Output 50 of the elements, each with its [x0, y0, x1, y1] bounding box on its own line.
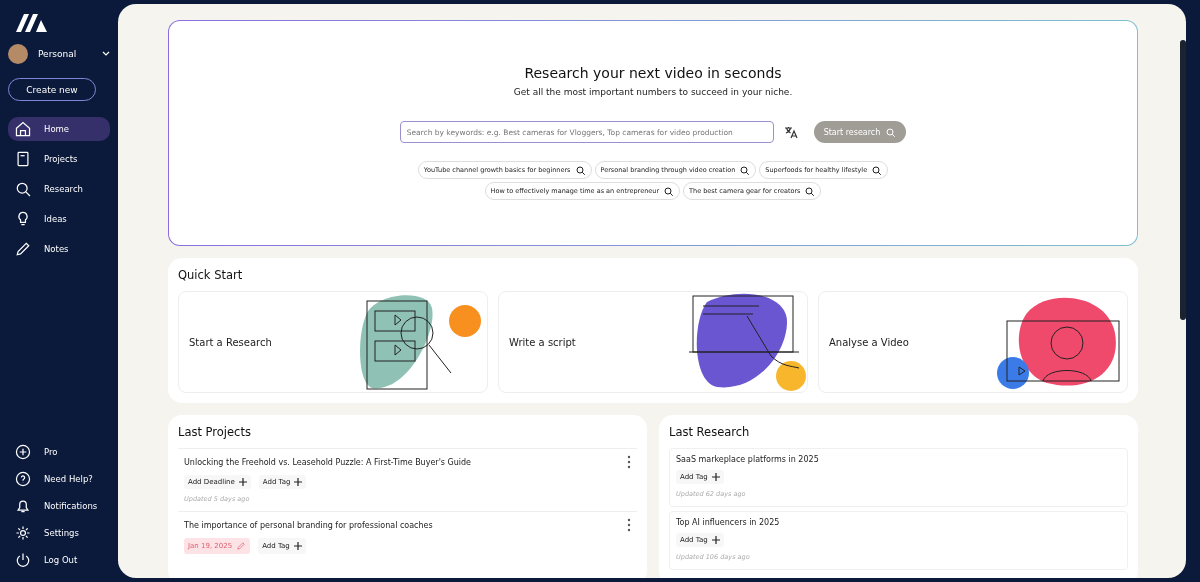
section-title: Last Research	[669, 425, 751, 439]
nav-item[interactable]: Home	[8, 117, 110, 141]
pencil-icon	[14, 240, 32, 258]
nav-item[interactable]: Log Out	[8, 548, 110, 572]
profile-name[interactable]: Personal	[38, 49, 92, 59]
more-options-icon[interactable]	[627, 455, 631, 469]
quick-start-card[interactable]: Write a script	[498, 291, 808, 393]
plus-icon	[711, 473, 720, 481]
research-title: SaaS markeplace platforms in 2025	[676, 455, 820, 464]
project-title: Unlocking the Freehold vs. Leasehold Puzzle: A First-Time Buyer's Guide	[184, 457, 472, 467]
plus-circle-icon	[14, 443, 32, 461]
power-icon	[14, 551, 32, 569]
section-title: Last Projects	[178, 425, 252, 439]
search-icon	[885, 126, 897, 138]
search-icon	[574, 164, 586, 176]
search-icon	[14, 180, 32, 198]
search-icon	[739, 164, 751, 176]
section-title: Quick Start	[178, 268, 244, 282]
nav-item[interactable]: Notifications	[8, 494, 110, 518]
settings-icon	[14, 524, 32, 542]
search-icon	[804, 185, 816, 197]
more-options-icon[interactable]	[627, 518, 631, 532]
avatar[interactable]	[8, 44, 28, 64]
research-title: Top AI influencers in 2025	[676, 518, 781, 527]
plus-icon	[294, 478, 303, 486]
pencil-icon	[236, 541, 247, 551]
nav-item[interactable]: Projects	[8, 147, 110, 171]
hero-title: Research your next video in seconds	[524, 65, 782, 81]
plus-icon	[711, 536, 720, 544]
plus-icon	[293, 542, 302, 550]
search-icon	[663, 185, 675, 197]
nav-item[interactable]: Pro	[8, 440, 110, 464]
translate-icon[interactable]	[783, 125, 798, 139]
nav-item[interactable]: Need Help?	[8, 467, 110, 491]
home-icon	[14, 120, 32, 138]
project-title: The importance of personal branding for professional coaches	[184, 520, 433, 530]
hero-subtitle: Get all the most important numbers to succeed in your niche.	[513, 87, 793, 97]
chevron-down-icon[interactable]	[102, 51, 110, 57]
nav-item[interactable]: Notes	[8, 237, 110, 261]
nav-item[interactable]: Ideas	[8, 207, 110, 231]
scrollbar[interactable]	[1180, 40, 1186, 320]
nav-item[interactable]: Research	[8, 177, 110, 201]
search-icon	[871, 164, 883, 176]
nav-item[interactable]: Settings	[8, 521, 110, 545]
document-icon	[14, 150, 32, 168]
logo-icon[interactable]	[14, 12, 48, 34]
plus-icon	[238, 478, 247, 486]
help-icon	[14, 470, 32, 488]
quick-start-card[interactable]: Start a Research	[178, 291, 488, 393]
quick-start-card[interactable]: Analyse a Video	[818, 291, 1128, 393]
